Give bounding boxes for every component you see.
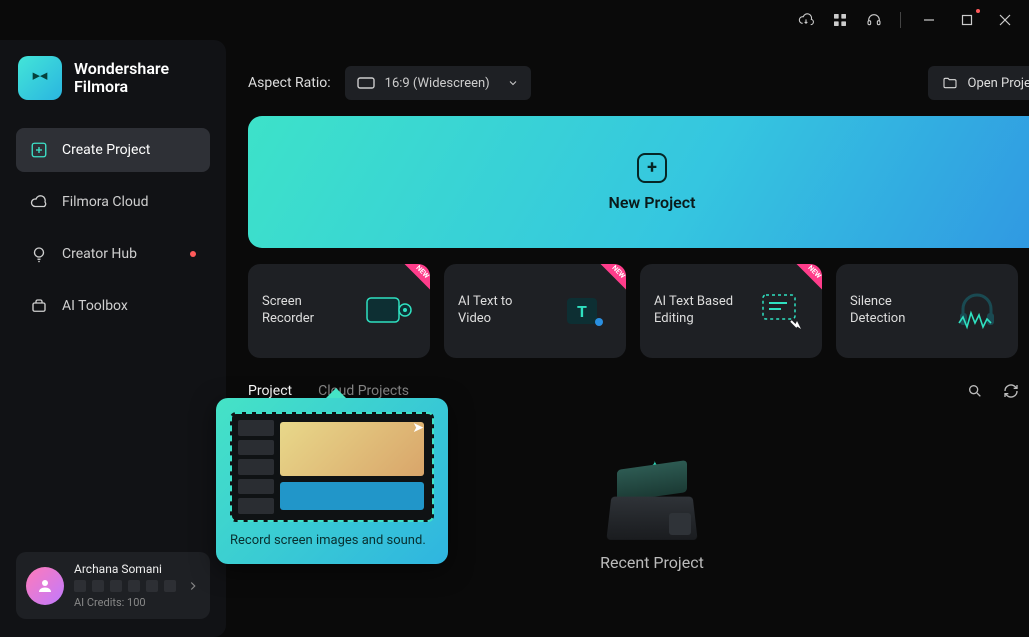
notification-dot <box>190 251 196 257</box>
grid-apps-icon[interactable] <box>832 12 848 28</box>
support-headset-icon[interactable] <box>866 12 882 28</box>
tooltip-preview-image: ➤ <box>230 412 434 522</box>
nav-label: AI Toolbox <box>62 298 128 314</box>
nav-label: Filmora Cloud <box>62 194 148 210</box>
nav-label: Create Project <box>62 142 150 158</box>
badge-slot <box>110 580 122 592</box>
aspect-ratio-label: Aspect Ratio: <box>248 75 331 91</box>
maximize-button[interactable] <box>957 10 977 30</box>
main-content: Aspect Ratio: 16:9 (Widescreen) <box>226 40 1029 637</box>
open-project-label: Open Project <box>968 76 1029 91</box>
aspect-ratio-value: 16:9 (Widescreen) <box>385 76 490 91</box>
avatar <box>26 567 64 605</box>
empty-box-icon: ✦ <box>609 465 695 539</box>
nav-list: Create Project Filmora Cloud Creator Hub <box>16 128 210 328</box>
toolbox-ai-icon <box>30 297 48 315</box>
aspect-ratio-select[interactable]: 16:9 (Widescreen) <box>345 66 531 100</box>
user-info: Archana Somani AI Credits: 100 <box>74 562 176 609</box>
topbar: Aspect Ratio: 16:9 (Widescreen) <box>248 66 1029 100</box>
user-name: Archana Somani <box>74 562 176 576</box>
chevron-down-icon <box>507 77 519 89</box>
folder-icon <box>942 75 958 91</box>
sidebar: Wondershare Filmora Create Project Filmo… <box>0 40 226 637</box>
widescreen-icon <box>357 77 375 89</box>
logo: Wondershare Filmora <box>16 50 210 128</box>
card-label: Screen Recorder <box>262 294 352 328</box>
tool-ai-text-to-video[interactable]: AI Text to Video T <box>444 264 626 358</box>
refresh-icon[interactable] <box>1002 382 1020 400</box>
search-icon[interactable] <box>966 382 984 400</box>
chevron-right-icon <box>186 579 200 593</box>
tab-project[interactable]: Project <box>248 383 292 399</box>
card-label: AI Text to Video <box>458 294 548 328</box>
card-label: Silence Detection <box>850 294 940 328</box>
titlebar <box>0 0 1029 40</box>
screen-recorder-tooltip: ➤ Record screen images and sound. <box>216 398 448 564</box>
tool-card-row: Screen Recorder AI Text to Video T AI Te… <box>248 264 1029 358</box>
recent-actions <box>966 382 1029 400</box>
nav-label: Creator Hub <box>62 246 137 262</box>
logo-mark-icon <box>18 56 62 100</box>
user-card[interactable]: Archana Somani AI Credits: 100 <box>16 552 210 619</box>
cloud-download-icon[interactable] <box>798 12 814 28</box>
tooltip-text: Record screen images and sound. <box>230 532 434 550</box>
card-label: AI Text Based Editing <box>654 294 744 328</box>
brand-line2: Filmora <box>74 78 169 96</box>
minimize-button[interactable] <box>919 10 939 30</box>
body: Wondershare Filmora Create Project Filmo… <box>0 40 1029 637</box>
new-badge <box>394 264 430 300</box>
titlebar-divider <box>900 12 901 28</box>
empty-label: Recent Project <box>600 553 704 572</box>
user-badges <box>74 580 176 592</box>
logo-text: Wondershare Filmora <box>74 60 169 97</box>
tool-screen-recorder[interactable]: Screen Recorder <box>248 264 430 358</box>
create-project-icon <box>30 141 48 159</box>
open-project-button[interactable]: Open Project <box>928 66 1029 100</box>
user-credits: AI Credits: 100 <box>74 596 176 609</box>
badge-slot <box>128 580 140 592</box>
new-badge <box>590 264 626 300</box>
app-window: Wondershare Filmora Create Project Filmo… <box>0 0 1029 637</box>
tool-silence-detection[interactable]: Silence Detection <box>836 264 1018 358</box>
nav-ai-toolbox[interactable]: AI Toolbox <box>16 284 210 328</box>
badge-slot <box>92 580 104 592</box>
new-project-label: New Project <box>609 193 696 212</box>
badge-slot <box>146 580 158 592</box>
cursor-icon: ➤ <box>412 420 424 436</box>
svg-text:T: T <box>577 302 587 321</box>
tool-ai-text-editing[interactable]: AI Text Based Editing <box>640 264 822 358</box>
brand-line1: Wondershare <box>74 60 169 78</box>
cloud-icon <box>30 193 48 211</box>
nav-creator-hub[interactable]: Creator Hub <box>16 232 210 276</box>
headphones-wave-icon <box>950 284 1004 338</box>
close-button[interactable] <box>995 10 1015 30</box>
nav-create-project[interactable]: Create Project <box>16 128 210 172</box>
badge-slot <box>74 580 86 592</box>
update-indicator-dot <box>976 9 980 13</box>
lightbulb-icon <box>30 245 48 263</box>
nav-filmora-cloud[interactable]: Filmora Cloud <box>16 180 210 224</box>
new-badge <box>786 264 822 300</box>
plus-icon: + <box>637 153 667 183</box>
badge-slot <box>164 580 176 592</box>
new-project-button[interactable]: + New Project <box>248 116 1029 248</box>
